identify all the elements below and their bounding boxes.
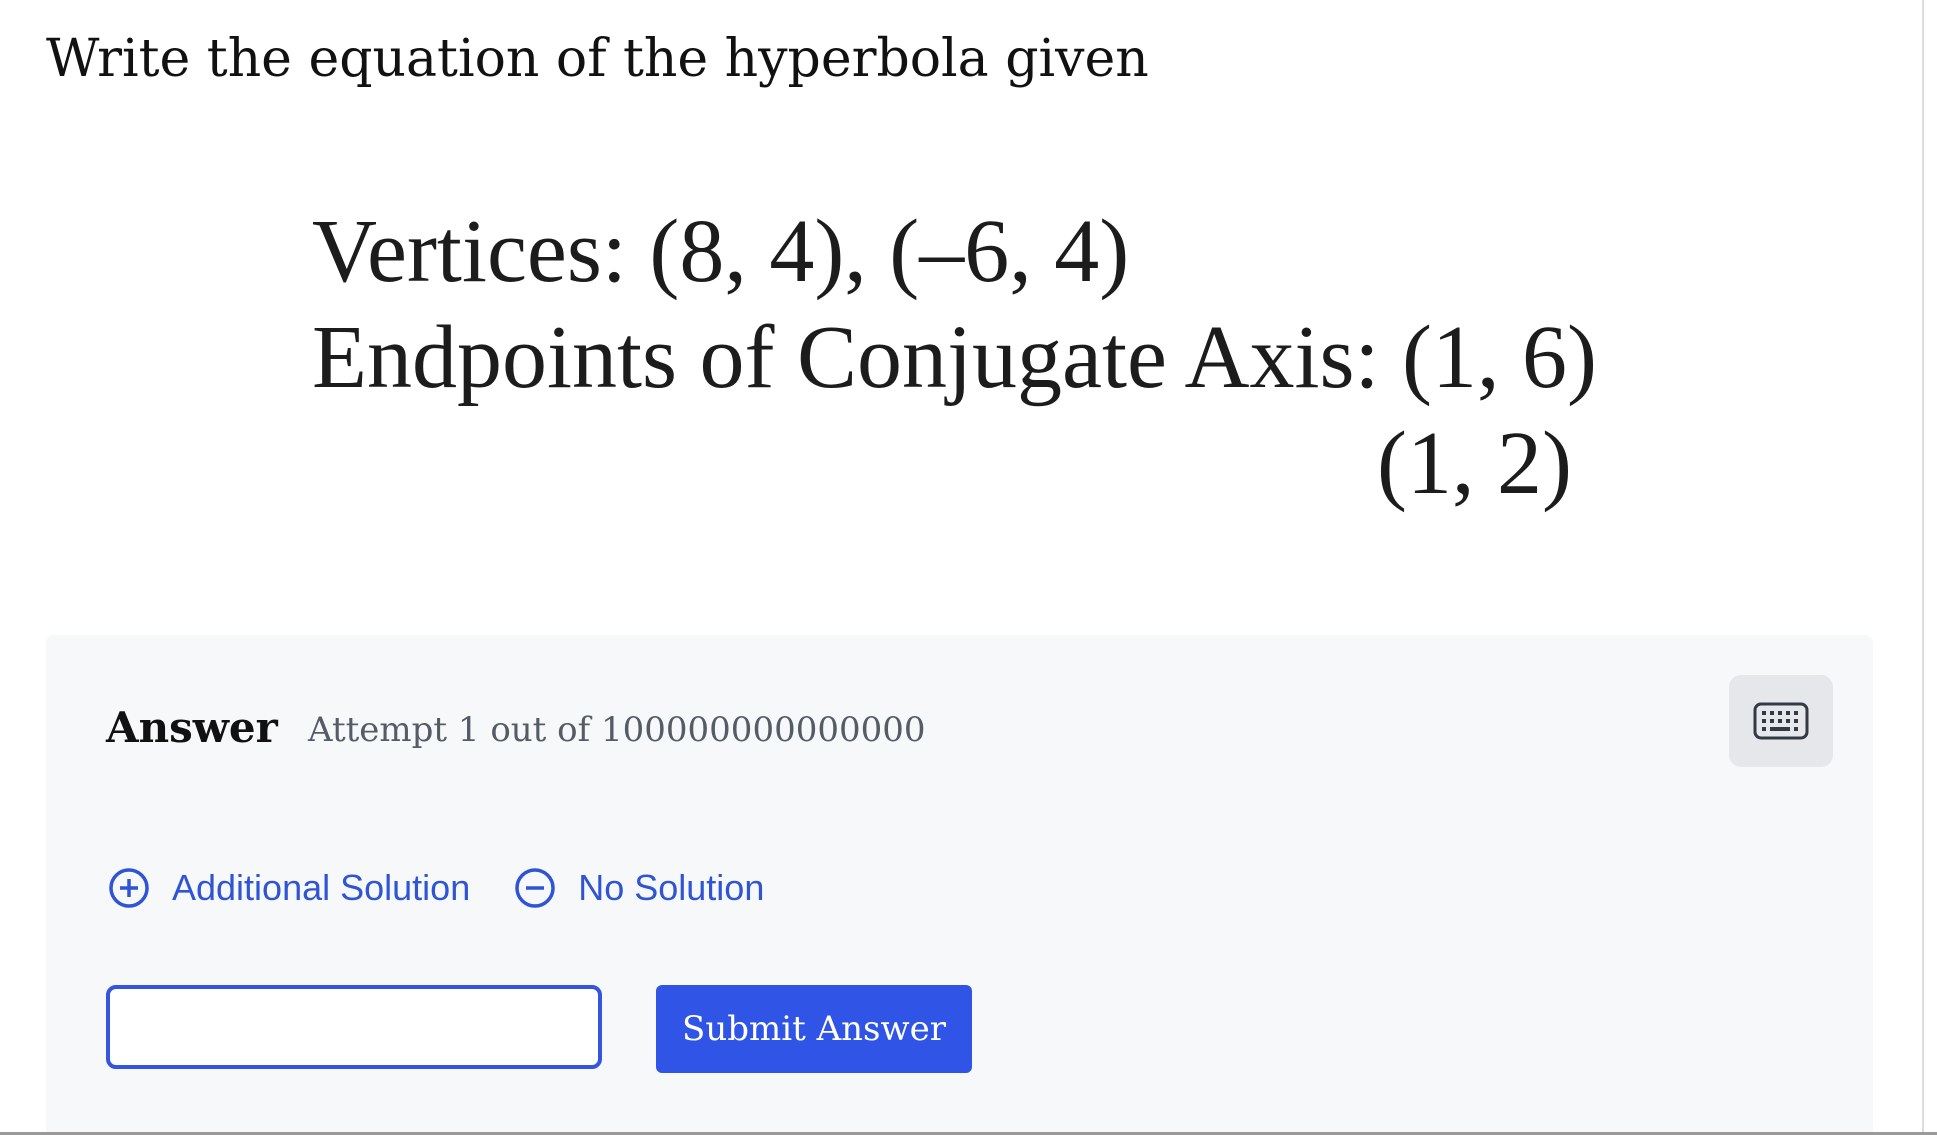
vertices-line: Vertices: (8, 4), (–6, 4) [312, 202, 1130, 301]
scrollbar-edge [1922, 0, 1924, 1135]
submit-answer-button[interactable]: Submit Answer [656, 985, 972, 1073]
plus-circle-icon [109, 868, 149, 908]
conjugate-axis-line: Endpoints of Conjugate Axis: (1, 6) [312, 308, 1597, 407]
keyboard-button[interactable] [1729, 675, 1833, 767]
question-prompt: Write the equation of the hyperbola give… [46, 29, 1149, 89]
no-solution-button[interactable]: No Solution [514, 867, 764, 909]
answer-panel: Answer Attempt 1 out of 100000000000000 [46, 635, 1873, 1135]
additional-solution-button[interactable]: Additional Solution [108, 867, 470, 909]
no-solution-label: No Solution [578, 867, 765, 908]
conjugate-axis-second-point: (1, 2) [1377, 414, 1572, 513]
hyperbola-given-image: Vertices: (8, 4), (–6, 4) Endpoints of C… [312, 178, 1602, 528]
attempt-counter: Attempt 1 out of 100000000000000 [308, 710, 926, 750]
minus-circle-icon [515, 868, 555, 908]
answer-title: Answer [106, 703, 278, 752]
solution-options: Additional Solution No Solution [108, 867, 808, 909]
answer-input[interactable] [106, 985, 602, 1069]
additional-solution-label: Additional Solution [172, 867, 471, 908]
keyboard-icon [1753, 702, 1809, 740]
